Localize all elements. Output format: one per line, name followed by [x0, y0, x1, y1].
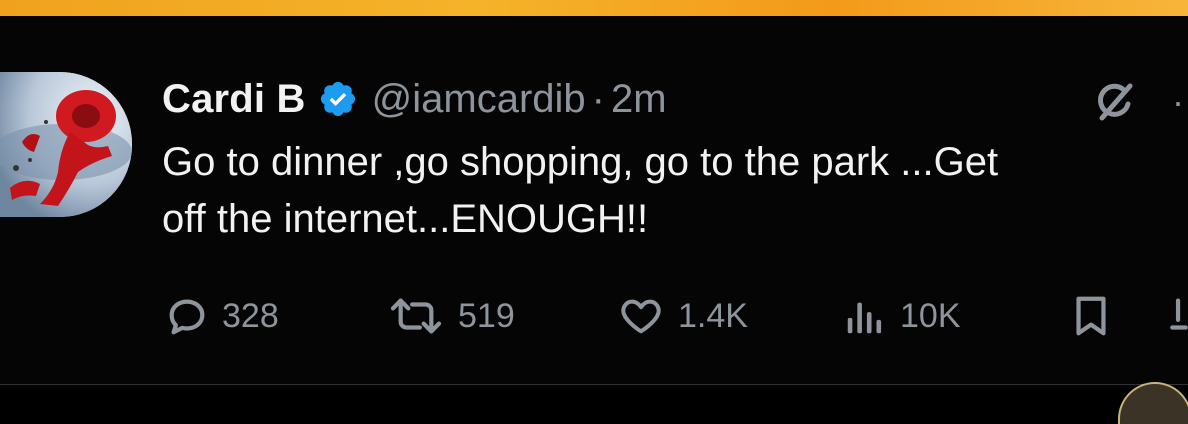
tweet-divider: [0, 384, 1188, 385]
tweet-text: Go to dinner ,go shopping, go to the par…: [162, 140, 999, 241]
bookmark-button[interactable]: [1068, 288, 1114, 344]
separator-dot: ·: [591, 76, 605, 121]
views-count: 10K: [900, 296, 961, 335]
top-banner-strip: [0, 0, 1188, 16]
reply-count: 328: [222, 296, 279, 335]
bookmark-icon: [1068, 293, 1114, 339]
display-name[interactable]: Cardi B: [162, 77, 306, 122]
grok-icon[interactable]: [1092, 80, 1136, 124]
repost-count: 519: [458, 296, 515, 335]
handle[interactable]: @iamcardib: [372, 77, 586, 122]
views-icon: [842, 293, 888, 339]
heart-icon: [616, 293, 666, 339]
next-tweet-avatar[interactable]: [1118, 382, 1188, 424]
like-count: 1.4K: [678, 296, 748, 335]
reply-icon: [164, 293, 210, 339]
tweet-header: Cardi B @iamcardib · 2m: [162, 70, 667, 128]
share-icon: [1170, 293, 1188, 339]
like-button[interactable]: 1.4K: [616, 288, 748, 344]
repost-button[interactable]: 519: [386, 288, 515, 344]
more-icon[interactable]: ·: [1172, 84, 1184, 120]
views-button[interactable]: 10K: [842, 288, 961, 344]
repost-icon: [386, 293, 446, 339]
action-bar: 328 519 1.4K 10K: [0, 288, 1188, 344]
reply-button[interactable]: 328: [164, 288, 279, 344]
share-button[interactable]: [1170, 288, 1188, 344]
verified-badge-icon: [318, 79, 358, 119]
timestamp[interactable]: 2m: [611, 77, 667, 122]
